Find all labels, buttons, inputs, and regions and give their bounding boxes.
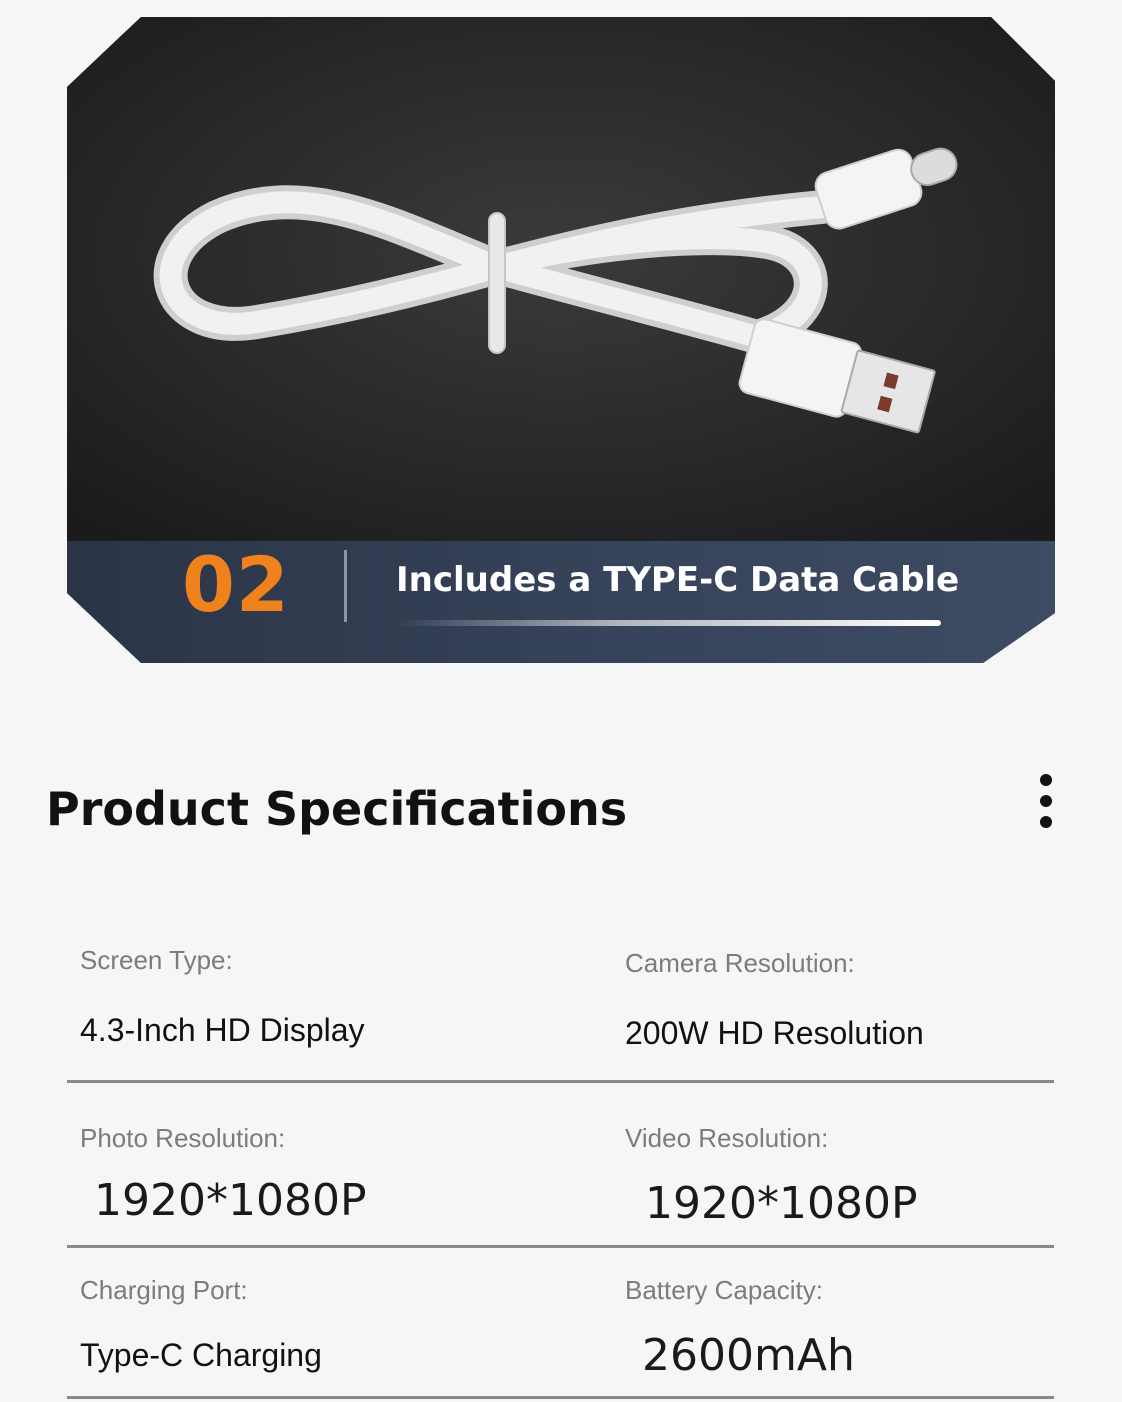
- caption-underline: [396, 620, 941, 626]
- spec-value-battery-capacity: 2600mAh: [642, 1330, 855, 1381]
- caption-divider: [344, 550, 347, 622]
- hero-caption: Includes a TYPE-C Data Cable: [396, 560, 960, 600]
- spec-label-battery-capacity: Battery Capacity:: [625, 1275, 823, 1305]
- more-vertical-icon[interactable]: [1036, 772, 1056, 830]
- spec-label-charging-port: Charging Port:: [80, 1275, 248, 1305]
- row-divider: [67, 1245, 1054, 1248]
- spec-label-screen-type: Screen Type:: [80, 945, 233, 975]
- row-divider: [67, 1396, 1054, 1399]
- spec-label-camera-resolution: Camera Resolution:: [625, 948, 855, 978]
- spec-label-photo-resolution: Photo Resolution:: [80, 1123, 286, 1153]
- spec-value-camera-resolution: 200W HD Resolution: [625, 1015, 924, 1051]
- cable-image: [67, 17, 1055, 541]
- spec-value-photo-resolution: 1920*1080P: [94, 1175, 367, 1226]
- spec-value-charging-port: Type-C Charging: [80, 1337, 322, 1373]
- spec-label-video-resolution: Video Resolution:: [625, 1123, 829, 1153]
- step-number: 02: [182, 540, 290, 629]
- spec-value-video-resolution: 1920*1080P: [645, 1178, 918, 1229]
- page-title: Product Specifications: [46, 782, 628, 836]
- row-divider: [67, 1080, 1054, 1083]
- spec-value-screen-type: 4.3-Inch HD Display: [80, 1012, 365, 1048]
